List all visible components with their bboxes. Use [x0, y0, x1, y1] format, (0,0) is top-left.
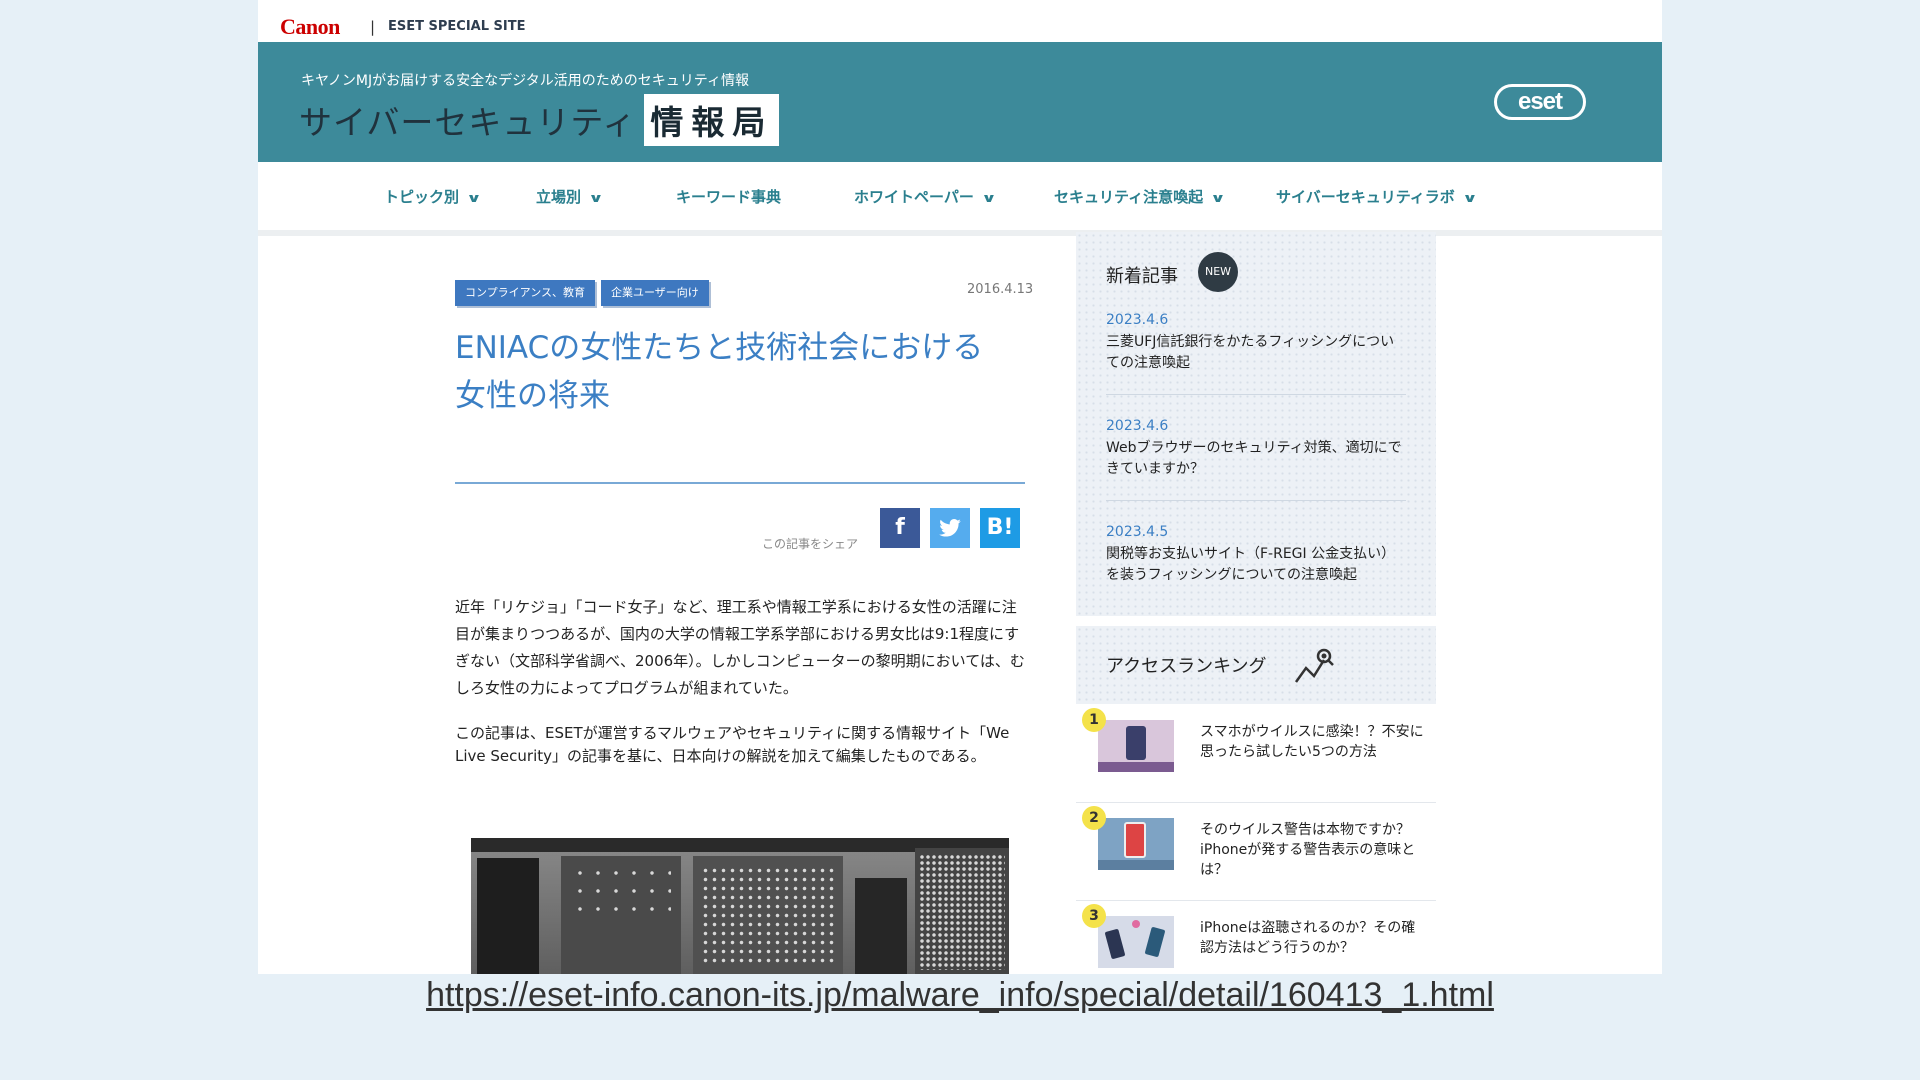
news-divider [1106, 500, 1406, 501]
new-articles-heading: 新着記事 [1106, 266, 1178, 287]
access-ranking-heading: アクセスランキング [1106, 656, 1267, 677]
eset-logo[interactable]: eset [1494, 84, 1586, 120]
chevron-down-icon: ∨ [466, 191, 482, 205]
nav-label: 立場別 [536, 188, 582, 206]
new-badge: NEW [1198, 252, 1238, 292]
nav-label: トピック別 [384, 188, 460, 206]
woman-silhouette-right [855, 878, 907, 974]
news-date: 2023.4.6 [1106, 418, 1169, 434]
rank-badge: 3 [1082, 904, 1106, 928]
webpage-screenshot: Canon | ESET SPECIAL SITE キヤノンMJがお届けする安全… [258, 0, 1662, 974]
tag-enterprise-users[interactable]: 企業ユーザー向け [601, 280, 709, 306]
access-ranking-header: アクセスランキング [1076, 626, 1436, 704]
nav-item-keyword-dictionary[interactable]: キーワード事典 [676, 186, 781, 207]
source-url[interactable]: https://eset-info.canon-its.jp/malware_i… [0, 976, 1920, 1015]
article-date: 2016.4.13 [967, 282, 1034, 297]
twitter-share-button[interactable] [930, 508, 970, 548]
news-divider [1106, 394, 1406, 395]
hero-banner: キヤノンMJがお届けする安全なデジタル活用のためのセキュリティ情報 サイバーセキ… [258, 42, 1662, 162]
facebook-icon: f [895, 515, 905, 540]
title-divider [455, 482, 1025, 484]
main-nav: トピック別 ∨ 立場別 ∨ キーワード事典 ホワイトペーパー ∨ セキュリティ注意喚起… [258, 162, 1662, 236]
trend-search-icon [1294, 648, 1334, 683]
ranking-item[interactable]: 1 スマホがウイルスに感染！？不安に思ったら試したい5つの方法 [1076, 704, 1436, 803]
canon-logo[interactable]: Canon [280, 14, 340, 40]
eset-special-site-label[interactable]: ESET SPECIAL SITE [388, 19, 525, 34]
article-title: ENIACの女性たちと技術社会における 女性の将来 [455, 324, 1035, 420]
news-item[interactable]: 2023.4.5 関税等お支払いサイト（F-REGI 公金支払い）を装うフィッシ… [1106, 524, 1406, 586]
rank-badge: 1 [1082, 708, 1106, 732]
ranking-item[interactable]: 3 iPhoneは盗聴されるのか？その確認方法はどう行うのか？ [1076, 900, 1436, 974]
nav-label: ホワイトペーパー [854, 188, 974, 206]
news-item[interactable]: 2023.4.6 三菱UFJ信託銀行をかたるフィッシングについての注意喚起 [1106, 312, 1406, 374]
woman-silhouette-left [477, 858, 539, 974]
news-date: 2023.4.5 [1106, 524, 1169, 540]
chevron-down-icon: ∨ [588, 191, 604, 205]
news-date: 2023.4.6 [1106, 312, 1169, 328]
ranking-thumbnail [1098, 818, 1174, 870]
nav-label: セキュリティ注意喚起 [1054, 188, 1204, 206]
strip-separator: | [370, 18, 376, 36]
news-title: 三菱UFJ信託銀行をかたるフィッシングについての注意喚起 [1106, 334, 1395, 371]
news-title: 関税等お支払いサイト（F-REGI 公金支払い）を装うフィッシングについての注意… [1106, 546, 1396, 583]
article-paragraph-2: この記事は、ESETが運営するマルウェアやセキュリティに関する情報サイト「We … [455, 724, 1010, 765]
eniac-photo [471, 838, 1009, 974]
ranking-title: iPhoneは盗聴されるのか？その確認方法はどう行うのか？ [1200, 920, 1416, 956]
article-paragraph-1: 近年「リケジョ」「コード女子」など、理工系や情報工学系における女性の活躍に注目が… [455, 598, 1025, 697]
site-title[interactable]: サイバーセキュリティ 情報局 [299, 94, 780, 146]
news-item[interactable]: 2023.4.6 Webブラウザーのセキュリティ対策、適切にできていますか？ [1106, 418, 1406, 480]
hero-subtitle: キヤノンMJがお届けする安全なデジタル活用のためのセキュリティ情報 [301, 73, 749, 89]
new-articles-panel: 新着記事 NEW 2023.4.6 三菱UFJ信託銀行をかたるフィッシングについ… [1076, 232, 1436, 616]
twitter-icon [939, 519, 961, 537]
top-strip: Canon | ESET SPECIAL SITE [258, 4, 1662, 42]
chevron-down-icon: ∨ [1210, 191, 1226, 205]
nav-item-security-alerts[interactable]: セキュリティ注意喚起 ∨ [1054, 186, 1226, 207]
ranking-item[interactable]: 2 そのウイルス警告は本物ですか？iPhoneが発する警告表示の意味とは？ [1076, 802, 1436, 901]
nav-label: サイバーセキュリティラボ [1276, 188, 1455, 206]
ranking-thumbnail [1098, 916, 1174, 968]
site-title-main: サイバーセキュリティ [299, 103, 637, 142]
news-title: Webブラウザーのセキュリティ対策、適切にできていますか？ [1106, 440, 1402, 477]
tag-compliance-education[interactable]: コンプライアンス、教育 [455, 280, 596, 306]
ranking-title: スマホがウイルスに感染！？不安に思ったら試したい5つの方法 [1200, 724, 1424, 760]
share-label: この記事をシェア [762, 537, 859, 551]
article-title-line: 女性の将来 [455, 378, 610, 414]
nav-item-topics[interactable]: トピック別 ∨ [384, 186, 482, 207]
ranking-thumbnail [1098, 720, 1174, 772]
site-title-boxed: 情報局 [644, 94, 780, 146]
ranking-title: そのウイルス警告は本物ですか？iPhoneが発する警告表示の意味とは？ [1200, 822, 1416, 878]
nav-item-cyber-security-lab[interactable]: サイバーセキュリティラボ ∨ [1276, 186, 1478, 207]
hatena-bookmark-icon: B! [986, 515, 1014, 540]
facebook-share-button[interactable]: f [880, 508, 920, 548]
chevron-down-icon: ∨ [1461, 191, 1478, 205]
nav-label: キーワード事典 [676, 188, 782, 206]
article-title-line: ENIACの女性たちと技術社会における [455, 330, 984, 366]
rank-badge: 2 [1082, 806, 1106, 830]
chevron-down-icon: ∨ [980, 191, 997, 205]
nav-item-positions[interactable]: 立場別 ∨ [536, 186, 604, 207]
nav-item-whitepaper[interactable]: ホワイトペーパー ∨ [854, 186, 997, 207]
hatena-bookmark-button[interactable]: B! [980, 508, 1020, 548]
